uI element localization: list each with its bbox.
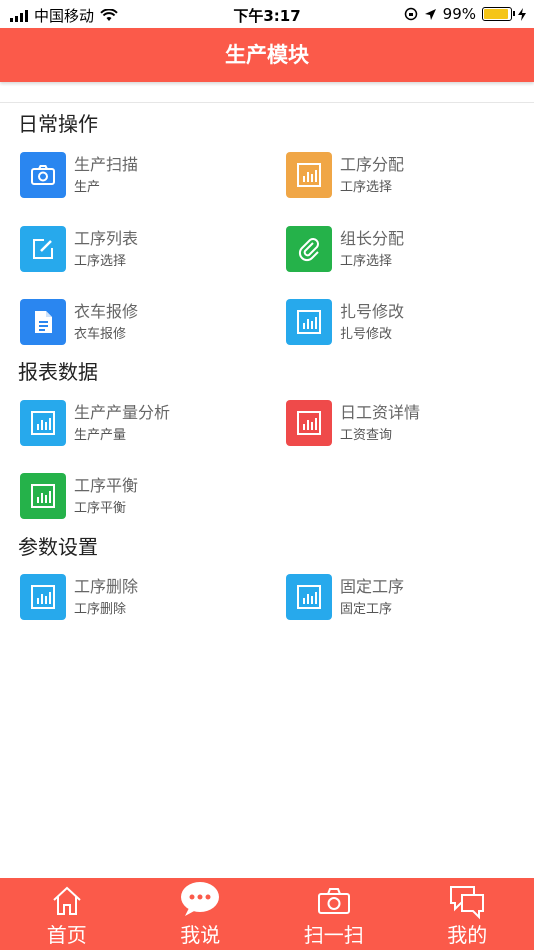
menu-item-sub: 衣车报修 xyxy=(74,327,127,342)
bar-chart-icon xyxy=(286,574,332,620)
rotation-lock-icon xyxy=(404,7,417,21)
tab-label: 我的 xyxy=(447,923,488,947)
bar-chart-icon xyxy=(20,473,66,519)
menu-item-process-assign[interactable]: 工序分配 工序选择 xyxy=(286,152,526,200)
bar-chart-icon xyxy=(286,152,332,198)
home-icon xyxy=(53,886,81,915)
menu-item-process-balance[interactable]: 工序平衡 工序平衡 xyxy=(20,473,260,521)
edit-icon xyxy=(20,226,66,272)
camera-icon xyxy=(20,152,66,198)
tab-label: 扫一扫 xyxy=(303,923,364,947)
menu-item-production-scan[interactable]: 生产扫描 生产 xyxy=(20,152,260,200)
status-bar: 中国移动 下午3:17 99% xyxy=(0,0,534,28)
menu-item-label: 固定工序 xyxy=(340,577,405,596)
divider xyxy=(0,102,534,103)
menu-item-machine-repair[interactable]: 衣车报修 衣车报修 xyxy=(20,299,260,347)
menu-item-label: 组长分配 xyxy=(340,229,405,248)
menu-item-sub: 工序选择 xyxy=(340,254,393,269)
battery-icon xyxy=(482,7,515,21)
menu-item-sub: 固定工序 xyxy=(340,602,393,617)
tab-label: 我说 xyxy=(180,923,221,947)
menu-item-sub: 工序选择 xyxy=(340,180,393,195)
menu-item-label: 工序平衡 xyxy=(74,476,139,495)
tab-home[interactable]: 首页 xyxy=(0,878,134,950)
tab-label: 首页 xyxy=(46,923,87,947)
section-title: 报表数据 xyxy=(18,360,98,384)
messages-icon xyxy=(450,886,485,920)
camera-icon xyxy=(317,888,350,914)
menu-item-sub: 生产 xyxy=(74,180,101,195)
menu-item-label: 衣车报修 xyxy=(74,302,139,321)
menu-item-sub: 扎号修改 xyxy=(340,327,393,342)
battery-percent: 99% xyxy=(442,5,476,23)
paperclip-icon xyxy=(286,226,332,272)
menu-item-sub: 工资查询 xyxy=(340,428,393,443)
menu-item-sub: 工序选择 xyxy=(74,254,127,269)
section-title: 参数设置 xyxy=(18,535,98,559)
menu-item-sub: 工序平衡 xyxy=(74,501,127,516)
bar-chart-icon xyxy=(20,574,66,620)
chat-bubble-icon xyxy=(181,882,220,916)
menu-item-label: 日工资详情 xyxy=(340,403,421,422)
page-title: 生产模块 xyxy=(225,43,309,67)
bar-chart-icon xyxy=(286,400,332,446)
location-icon xyxy=(424,8,436,20)
menu-item-label: 扎号修改 xyxy=(340,302,405,321)
menu-item-fixed-process[interactable]: 固定工序 固定工序 xyxy=(286,574,526,622)
menu-item-label: 工序分配 xyxy=(340,155,405,174)
bar-chart-icon xyxy=(20,400,66,446)
bar-chart-icon xyxy=(286,299,332,345)
tab-bar: 首页 我说 扫一扫 我的 xyxy=(0,878,534,950)
menu-item-output-analysis[interactable]: 生产产量分析 生产产量 xyxy=(20,400,260,448)
menu-item-label: 生产产量分析 xyxy=(74,403,171,422)
menu-item-leader-assign[interactable]: 组长分配 工序选择 xyxy=(286,226,526,274)
menu-item-bundle-edit[interactable]: 扎号修改 扎号修改 xyxy=(286,299,526,347)
menu-item-label: 工序删除 xyxy=(74,577,139,596)
document-icon xyxy=(20,299,66,345)
section-title: 日常操作 xyxy=(18,112,98,136)
tab-speak[interactable]: 我说 xyxy=(134,878,268,950)
menu-item-daily-wage[interactable]: 日工资详情 工资查询 xyxy=(286,400,526,448)
tab-scan[interactable]: 扫一扫 xyxy=(267,878,401,950)
menu-item-label: 工序列表 xyxy=(74,229,139,248)
menu-item-label: 生产扫描 xyxy=(74,155,139,174)
menu-item-sub: 生产产量 xyxy=(74,428,127,443)
menu-item-sub: 工序删除 xyxy=(74,602,127,617)
charging-icon xyxy=(518,7,526,21)
header-bar: 生产模块 xyxy=(0,28,534,82)
menu-item-process-list[interactable]: 工序列表 工序选择 xyxy=(20,226,260,274)
tab-mine[interactable]: 我的 xyxy=(401,878,534,950)
menu-item-process-delete[interactable]: 工序删除 工序删除 xyxy=(20,574,260,622)
